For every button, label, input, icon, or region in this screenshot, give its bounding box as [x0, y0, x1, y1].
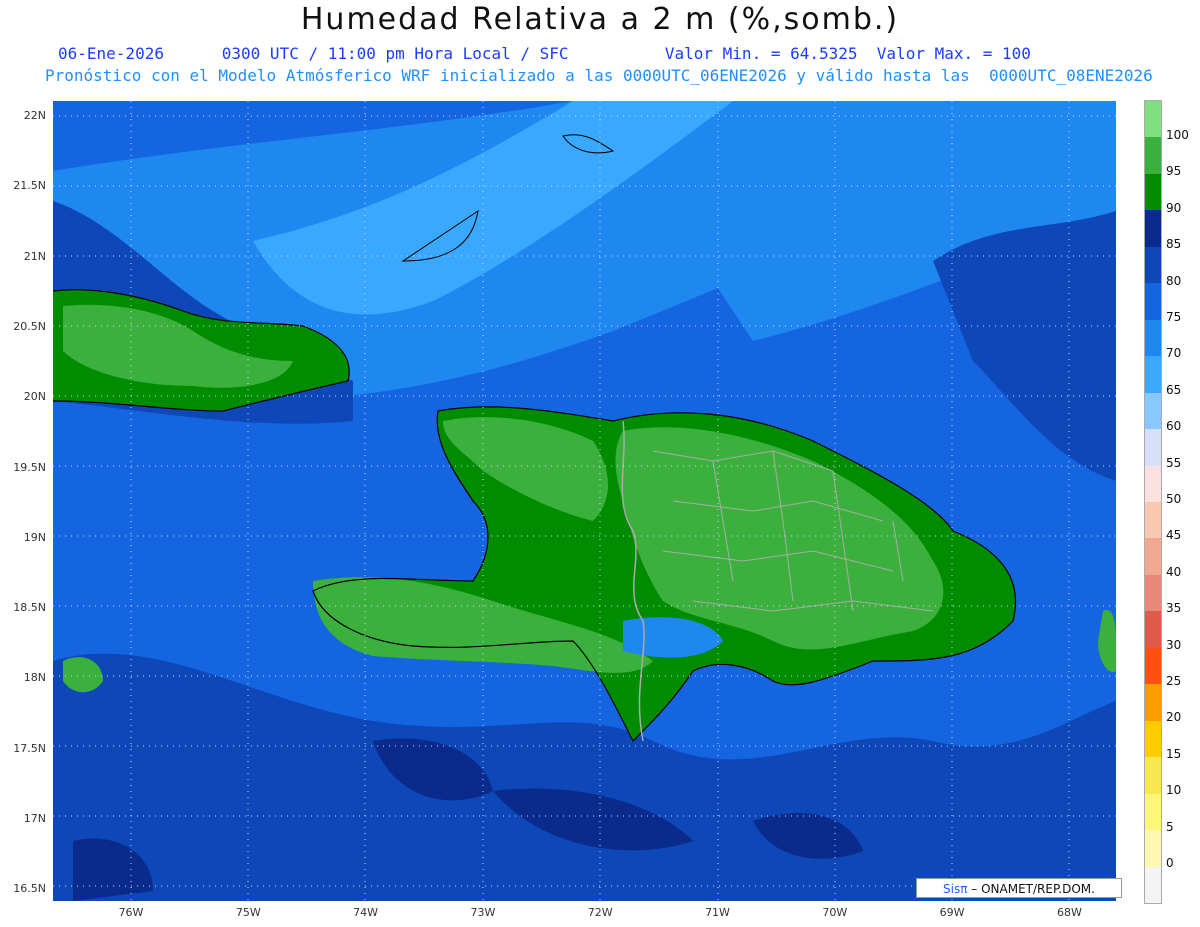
colorbar-label: 30 — [1166, 637, 1182, 652]
colorbar-segment — [1145, 830, 1161, 868]
lat-label: 18.5N — [13, 601, 46, 615]
credit-text: – ONAMET/REP.DOM. — [971, 882, 1095, 896]
lat-label: 17.5N — [13, 741, 46, 755]
colorbar-segment — [1145, 720, 1161, 758]
colorbar-segment — [1145, 793, 1161, 831]
colorbar-segment — [1145, 429, 1161, 467]
colorbar-label: 95 — [1166, 164, 1182, 179]
lon-label: 71W — [705, 906, 730, 919]
sis-logo-text: Sisπ — [943, 882, 968, 896]
colorbar-segment — [1145, 137, 1161, 175]
colorbar-segment — [1145, 319, 1161, 357]
colorbar-label: 15 — [1166, 746, 1182, 761]
colorbar-segment — [1145, 684, 1161, 722]
lat-label: 18N — [23, 671, 46, 685]
colorbar-segment — [1145, 210, 1161, 248]
lon-label: 75W — [235, 906, 261, 919]
colorbar-segment — [1145, 246, 1161, 284]
colorbar-label: 20 — [1166, 710, 1182, 725]
colorbar-label: 70 — [1166, 346, 1182, 361]
lat-label: 20.5N — [13, 319, 46, 333]
lon-label: 68W — [1056, 906, 1082, 919]
colorbar-segment — [1145, 392, 1161, 430]
colorbar-label: 0 — [1166, 856, 1174, 870]
colorbar-segment — [1145, 538, 1161, 576]
lat-label: 17N — [23, 812, 46, 825]
colorbar-segment — [1145, 647, 1161, 685]
lon-label: 76W — [118, 906, 144, 919]
colorbar-segment — [1145, 866, 1161, 904]
lat-label: 22N — [23, 109, 46, 122]
colorbar-label: 80 — [1166, 273, 1182, 288]
colorbar-label: 35 — [1166, 601, 1182, 616]
colorbar-segment — [1145, 465, 1161, 503]
lat-label: 19.5N — [13, 460, 46, 474]
lon-label: 69W — [939, 906, 965, 919]
lon-label: 70W — [822, 906, 848, 919]
humidity-map — [53, 101, 1116, 901]
colorbar-segment — [1145, 611, 1161, 649]
colorbar-segment — [1145, 574, 1161, 612]
colorbar-segment — [1145, 356, 1161, 394]
colorbar-label: 5 — [1166, 819, 1174, 834]
colorbar-label: 10 — [1166, 783, 1182, 798]
colorbar-segment — [1145, 101, 1161, 138]
forecast-time-info: 06-Ene-2026 0300 UTC / 11:00 pm Hora Loc… — [58, 44, 1031, 63]
colorbar-label: 90 — [1166, 200, 1182, 215]
colorbar-segment — [1145, 502, 1161, 539]
colorbar-label: 50 — [1166, 492, 1182, 506]
colorbar-label: 85 — [1166, 237, 1182, 252]
colorbar-label: 100 — [1166, 128, 1189, 142]
colorbar-segment — [1145, 173, 1161, 211]
lat-label: 21.5N — [13, 179, 46, 193]
colorbar-label: 55 — [1166, 455, 1182, 470]
credit-box: Sisπ – ONAMET/REP.DOM. — [916, 878, 1122, 898]
lat-label: 16.5N — [13, 882, 46, 896]
colorbar-segment — [1145, 283, 1161, 321]
colorbar-label: 65 — [1166, 382, 1182, 397]
lat-label: 19N — [23, 530, 46, 544]
lon-label: 74W — [353, 906, 379, 919]
colorbar-label: 60 — [1166, 419, 1182, 434]
model-info: Pronóstico con el Modelo Atmósferico WRF… — [45, 66, 1153, 85]
lon-label: 72W — [587, 906, 613, 919]
lat-label: 21N — [23, 249, 46, 263]
colorbar-label: 45 — [1166, 528, 1182, 543]
colorbar-label: 25 — [1166, 674, 1182, 688]
lat-label: 20N — [23, 390, 46, 404]
colorbar — [1144, 100, 1162, 904]
colorbar-label: 75 — [1166, 310, 1182, 324]
colorbar-label: 40 — [1166, 564, 1182, 579]
map-title: Humedad Relativa a 2 m (%,somb.) — [300, 2, 900, 37]
lon-label: 73W — [470, 906, 496, 919]
colorbar-segment — [1145, 757, 1161, 795]
